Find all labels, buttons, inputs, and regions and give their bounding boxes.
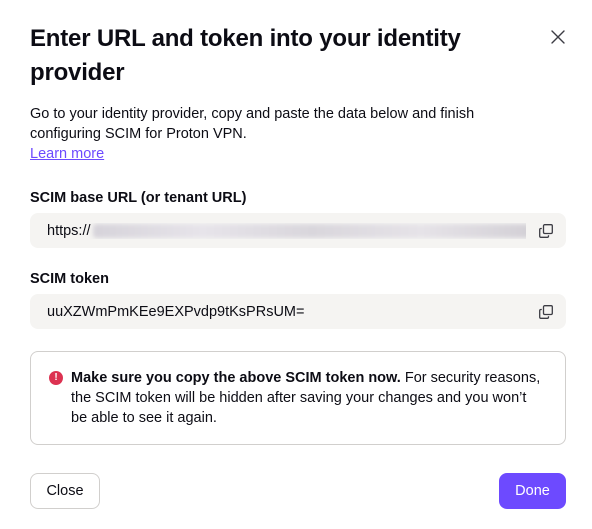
token-field[interactable]: uuXZWmPmKEe9EXPvdp9tKsPRsUM=	[30, 294, 566, 329]
copy-icon-glyph	[539, 305, 553, 319]
modal-description: Go to your identity provider, copy and p…	[30, 106, 475, 142]
security-notice: ! Make sure you copy the above SCIM toke…	[30, 351, 566, 445]
learn-more-link[interactable]: Learn more	[30, 144, 104, 164]
base-url-field[interactable]: https://	[30, 213, 566, 248]
token-value: uuXZWmPmKEe9EXPvdp9tKsPRsUM=	[47, 303, 305, 320]
close-button[interactable]: Close	[30, 473, 100, 509]
base-url-obscured	[92, 223, 526, 238]
base-url-value: https://	[47, 223, 526, 239]
security-notice-text: Make sure you copy the above SCIM token …	[71, 368, 546, 428]
close-icon-glyph	[551, 30, 565, 44]
modal-title: Enter URL and token into your identity p…	[30, 25, 461, 86]
base-url-prefix: https://	[47, 222, 91, 239]
base-url-label: SCIM base URL (or tenant URL)	[30, 190, 247, 206]
scim-setup-modal: Enter URL and token into your identity p…	[0, 0, 592, 529]
security-notice-bold: Make sure you copy the above SCIM token …	[71, 370, 401, 386]
exclamation-circle-icon: !	[49, 371, 63, 385]
copy-icon[interactable]	[536, 302, 556, 322]
close-icon[interactable]	[547, 26, 569, 48]
copy-icon-glyph	[539, 224, 553, 238]
copy-icon[interactable]	[536, 221, 556, 241]
done-button[interactable]: Done	[499, 473, 566, 509]
token-label: SCIM token	[30, 271, 109, 287]
